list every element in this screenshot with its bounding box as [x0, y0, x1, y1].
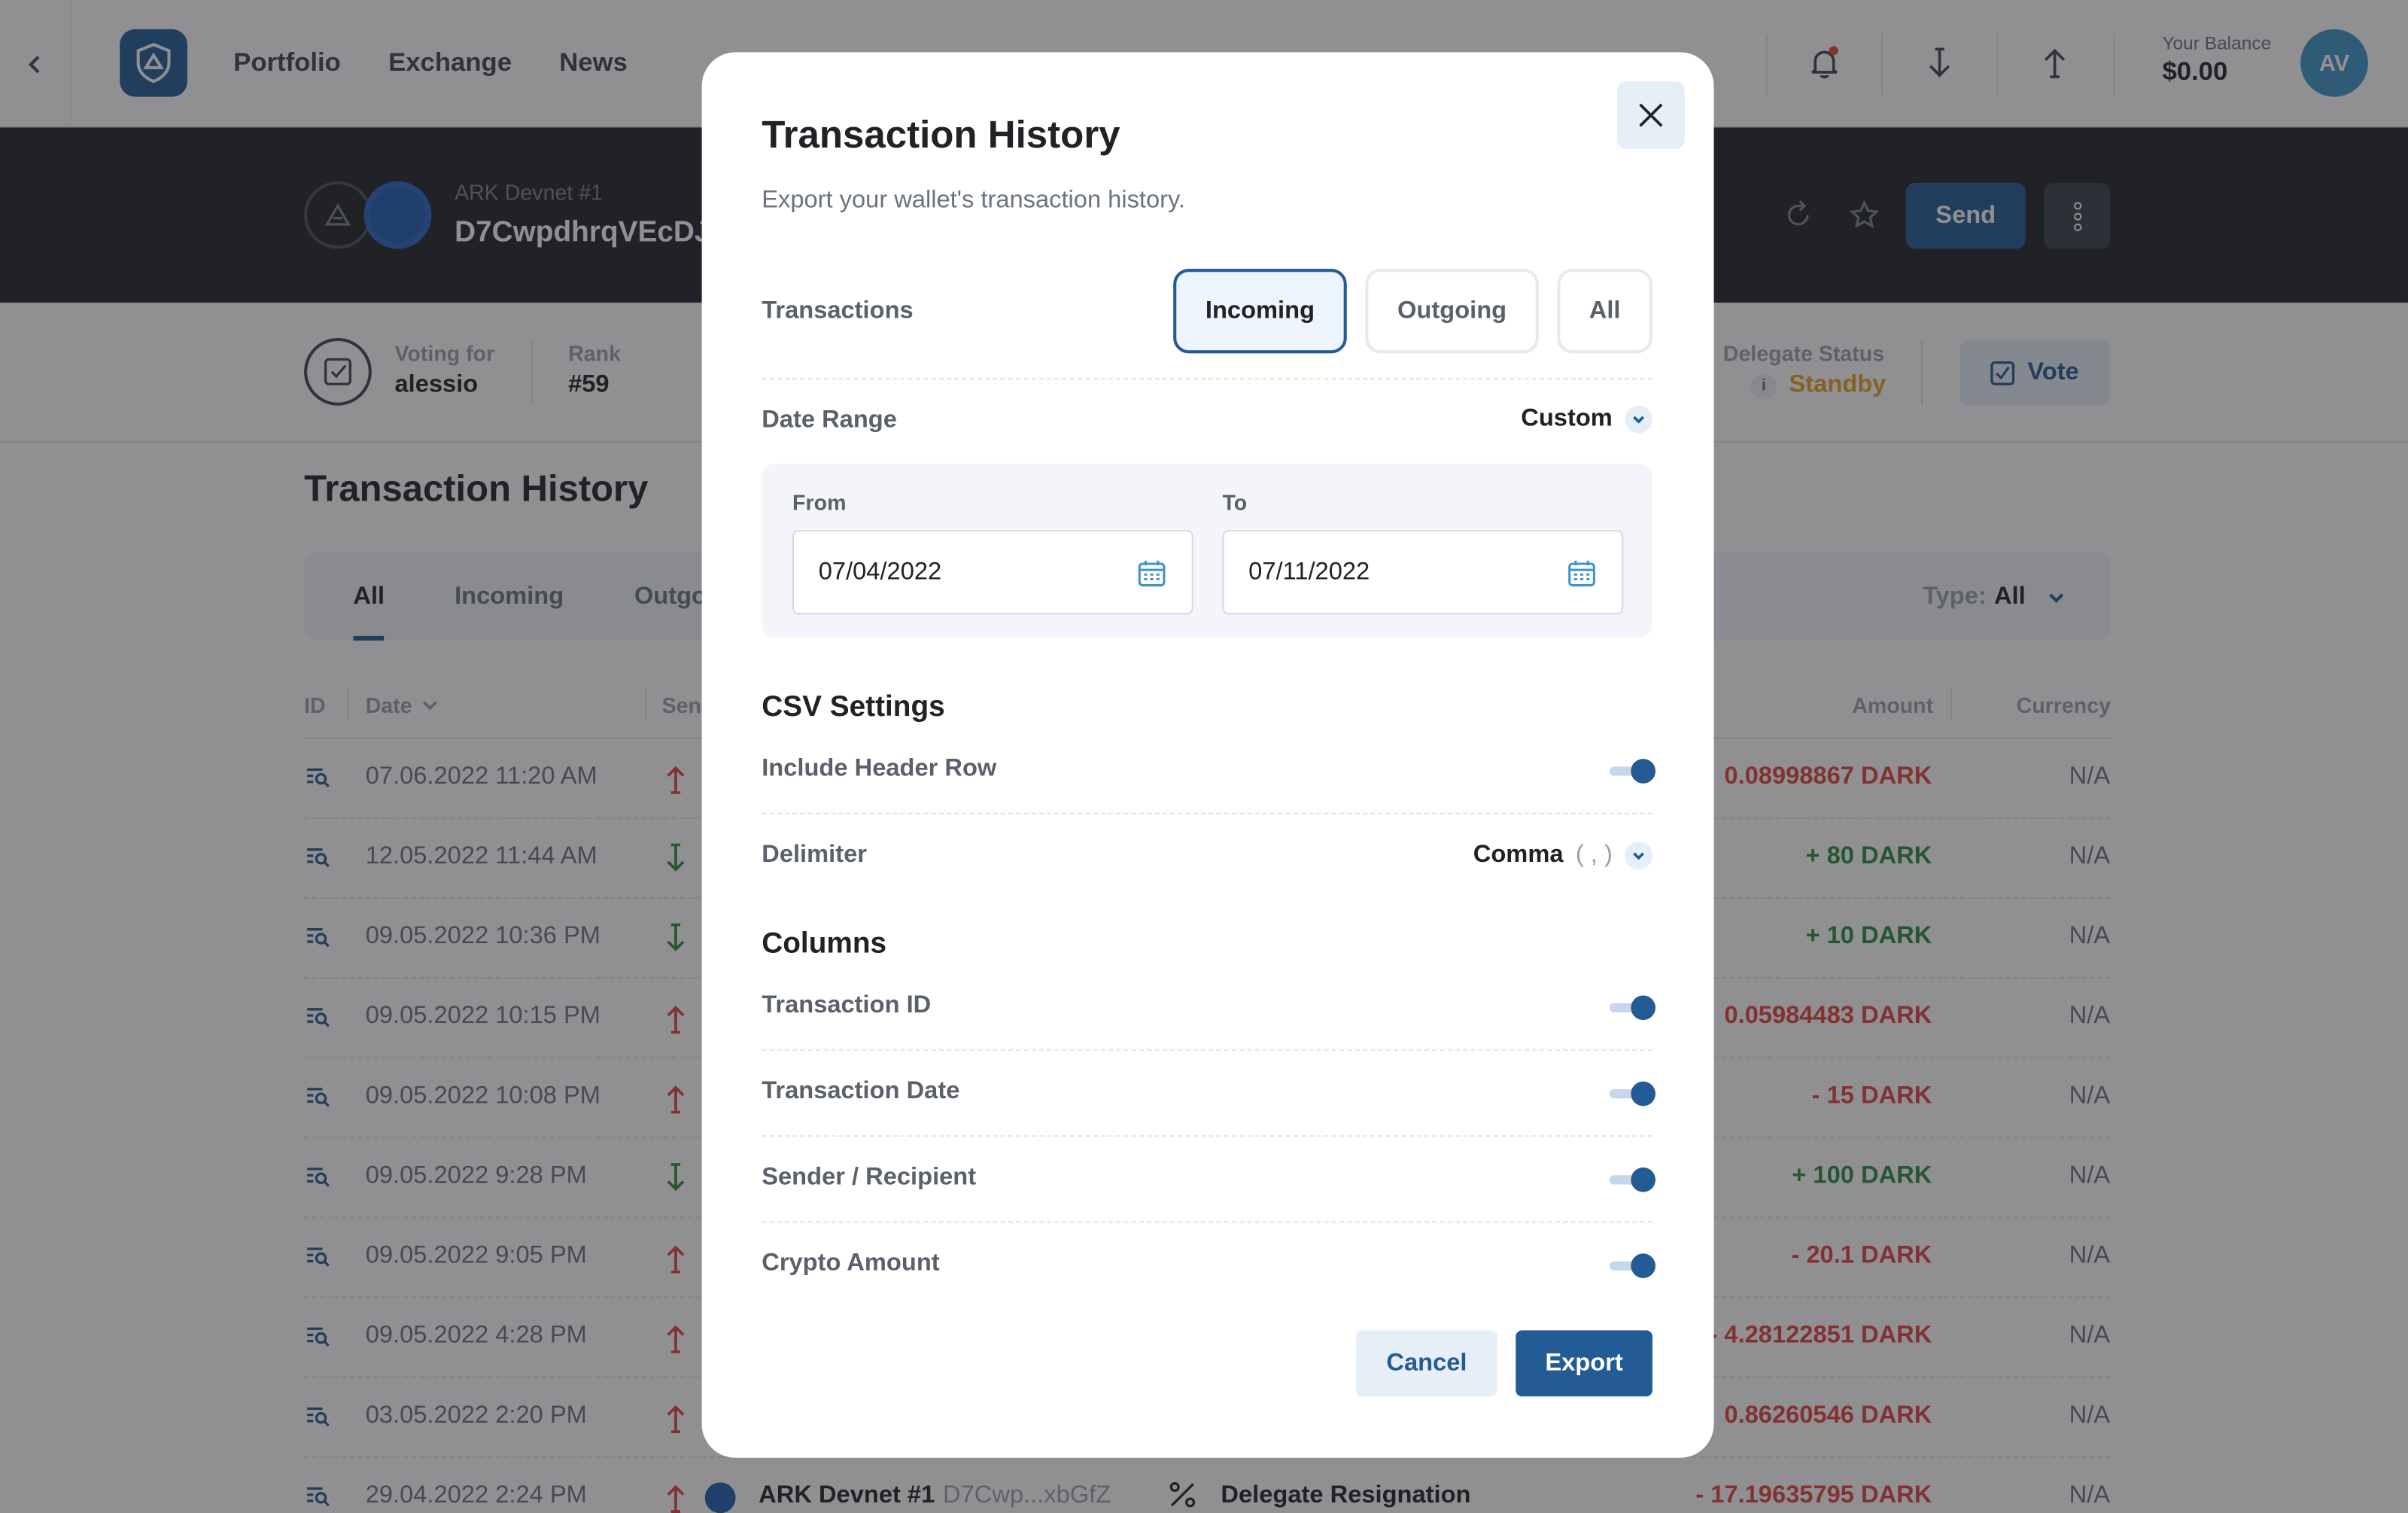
option-incoming[interactable]: Incoming [1173, 269, 1347, 354]
column-label: Transaction ID [762, 992, 932, 1019]
column-label: Crypto Amount [762, 1250, 940, 1277]
date-range-label: Date Range [762, 406, 897, 434]
close-button[interactable] [1616, 81, 1685, 149]
transaction-date-toggle[interactable] [1607, 1080, 1655, 1108]
date-range-value: Custom [1521, 405, 1613, 432]
from-date-value: 07/04/2022 [818, 558, 942, 585]
transaction-id-toggle[interactable] [1607, 994, 1655, 1021]
column-label: Transaction Date [762, 1078, 960, 1105]
from-date-input[interactable]: 07/04/2022 [792, 530, 1193, 615]
export-button[interactable]: Export [1516, 1330, 1652, 1397]
delimiter-value: Comma [1473, 842, 1564, 869]
transactions-label: Transactions [762, 297, 914, 324]
delimiter-select[interactable]: Comma ( , ) [1473, 842, 1652, 870]
page: Portfolio Exchange News Your Balance $0.… [0, 0, 2408, 1513]
csv-settings-title: CSV Settings [762, 691, 945, 724]
to-date-value: 07/11/2022 [1248, 558, 1370, 585]
modal-title: Transaction History [762, 114, 1120, 157]
to-label: To [1222, 490, 1248, 515]
columns-title: Columns [762, 927, 887, 960]
date-range-select[interactable]: Custom [1521, 405, 1652, 434]
calendar-icon[interactable] [1136, 557, 1167, 588]
divider [762, 812, 1652, 814]
delimiter-label: Delimiter [762, 842, 867, 869]
to-date-input[interactable]: 07/11/2022 [1222, 530, 1624, 615]
divider [762, 1049, 1652, 1051]
option-outgoing[interactable]: Outgoing [1365, 269, 1539, 354]
crypto-amount-toggle[interactable] [1607, 1252, 1655, 1280]
calendar-icon[interactable] [1567, 557, 1598, 588]
divider [762, 1221, 1652, 1223]
chevron-down-icon [1625, 405, 1652, 434]
option-all[interactable]: All [1557, 269, 1652, 354]
from-label: From [792, 490, 847, 515]
chevron-down-icon [1625, 842, 1652, 870]
delimiter-symbol: ( , ) [1575, 842, 1613, 869]
sender-recipient-toggle[interactable] [1607, 1166, 1655, 1194]
include-header-toggle[interactable] [1607, 757, 1655, 785]
close-icon [1639, 103, 1663, 127]
cancel-button[interactable]: Cancel [1356, 1330, 1497, 1397]
divider [762, 1135, 1652, 1137]
export-modal: Transaction History Export your wallet's… [701, 52, 1714, 1458]
divider [762, 378, 1652, 380]
include-header-label: Include Header Row [762, 756, 997, 782]
modal-subtitle: Export your wallet's transaction history… [762, 187, 1186, 214]
column-label: Sender / Recipient [762, 1164, 977, 1191]
